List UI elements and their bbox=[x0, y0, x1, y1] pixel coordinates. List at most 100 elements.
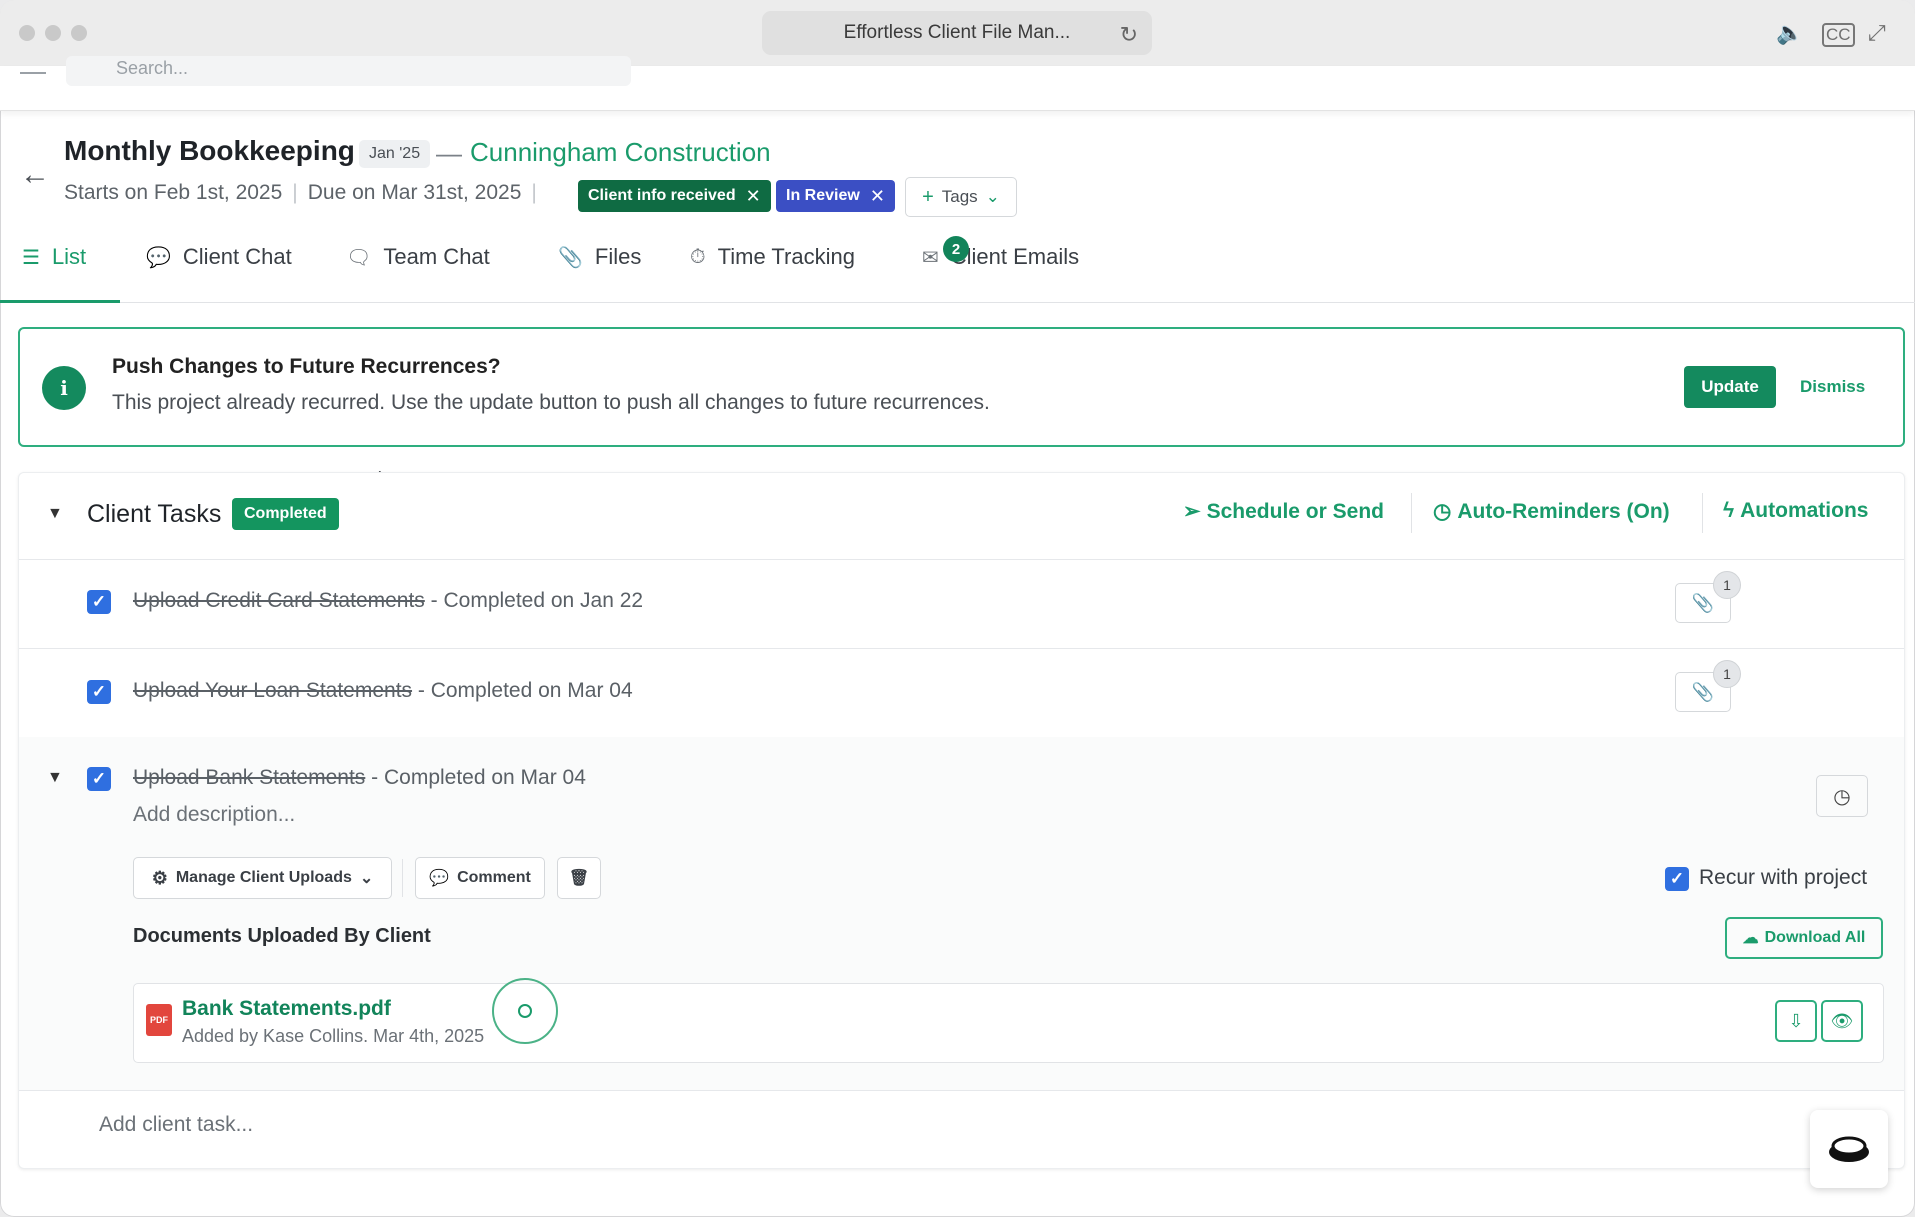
menu-icon[interactable] bbox=[20, 66, 46, 74]
download-all-button[interactable]: ☁ Download All bbox=[1725, 917, 1883, 959]
remove-tag-icon[interactable]: ✕ bbox=[870, 186, 885, 207]
tab-list[interactable]: ☰ List bbox=[22, 244, 86, 270]
zoom-window-button[interactable] bbox=[71, 25, 87, 41]
task-checkbox[interactable]: ✓ bbox=[87, 590, 111, 614]
task-row: ✓ Upload Your Loan Statements - Complete… bbox=[19, 648, 1904, 738]
tab-files[interactable]: 📎 Files bbox=[558, 244, 641, 270]
cloud-download-icon: ☁ bbox=[1742, 930, 1759, 947]
timer-icon: ⏱ bbox=[690, 245, 706, 268]
pdf-icon-label: PDF bbox=[150, 1015, 168, 1025]
active-tab-indicator bbox=[0, 300, 120, 303]
recurrence-banner: i Push Changes to Future Recurrences? Th… bbox=[18, 327, 1905, 447]
remove-tag-icon[interactable]: ✕ bbox=[746, 186, 761, 207]
paperclip-icon: 📎 bbox=[558, 246, 583, 269]
banner-text: This project already recurred. Use the u… bbox=[112, 391, 990, 414]
task-checkbox[interactable]: ✓ bbox=[87, 680, 111, 704]
file-name-link[interactable]: Bank Statements.pdf bbox=[182, 997, 391, 1021]
recur-label: Recur with project bbox=[1699, 866, 1868, 889]
client-tasks-header: ▼ Client Tasks Completed ➢ Schedule or Se… bbox=[19, 473, 1904, 560]
delete-button[interactable]: 🗑 bbox=[557, 857, 601, 899]
info-icon: i bbox=[42, 366, 86, 410]
divider bbox=[402, 859, 403, 897]
uploaded-file: PDF Bank Statements.pdf Added by Kase Co… bbox=[133, 983, 1884, 1063]
plus-icon: + bbox=[922, 185, 934, 208]
close-window-button[interactable] bbox=[19, 25, 35, 41]
pdf-file-icon: PDF bbox=[146, 1004, 172, 1036]
reload-icon[interactable]: ↻ bbox=[1120, 22, 1138, 48]
attachment-count: 1 bbox=[1713, 660, 1741, 688]
client-tasks-title: Client Tasks bbox=[87, 500, 222, 528]
attachment-count: 1 bbox=[1713, 571, 1741, 599]
task-checkbox[interactable]: ✓ bbox=[87, 767, 111, 791]
project-tabs: ☰List 💬Client Chat 🗨Team Chat 4 📎Files ⏱… bbox=[0, 232, 1915, 483]
divider bbox=[1702, 493, 1703, 533]
tab-label: Files bbox=[594, 244, 642, 269]
task-row: ✓ Upload Credit Card Statements - Comple… bbox=[19, 559, 1904, 649]
documents-title: Documents Uploaded By Client bbox=[133, 925, 431, 947]
team-chat-icon: 🗨 bbox=[346, 246, 372, 269]
comment-button[interactable]: 💬 Comment bbox=[415, 857, 545, 899]
due-time-button[interactable]: ◷ bbox=[1816, 775, 1868, 817]
task-name: Upload Bank Statements bbox=[133, 766, 366, 789]
update-button[interactable]: Update bbox=[1684, 366, 1776, 408]
task-text[interactable]: Upload Your Loan Statements - Completed … bbox=[133, 679, 633, 703]
file-meta: Added by Kase Collins. Mar 4th, 2025 bbox=[182, 1026, 485, 1046]
tag-client-info-received: Client info received ✕ bbox=[578, 180, 771, 212]
address-bar[interactable]: Effortless Client File Man... ↻ bbox=[762, 11, 1152, 55]
dismiss-button[interactable]: Dismiss bbox=[1800, 377, 1865, 397]
fullscreen-icon[interactable]: ⤢ bbox=[1868, 20, 1886, 46]
tab-time-tracking[interactable]: ⏱ Time Tracking bbox=[690, 244, 855, 270]
back-arrow-icon[interactable]: ← bbox=[20, 158, 50, 192]
description-input[interactable]: Add description... bbox=[133, 803, 295, 827]
task-text[interactable]: Upload Credit Card Statements - Complete… bbox=[133, 589, 643, 613]
speaker-icon[interactable]: 🔈 bbox=[1776, 20, 1803, 46]
preview-file-button[interactable]: 👁 bbox=[1821, 1000, 1863, 1042]
collapse-caret-icon[interactable]: ▼ bbox=[47, 769, 63, 787]
paperclip-icon: 📎 bbox=[1691, 592, 1715, 613]
window-title: Effortless Client File Man... bbox=[843, 22, 1071, 43]
minimize-window-button[interactable] bbox=[45, 25, 61, 41]
auto-reminders-link[interactable]: ◷ Auto-Reminders (On) bbox=[1433, 499, 1670, 524]
add-client-task-input[interactable]: Add client task... bbox=[99, 1113, 253, 1137]
period-chip: Jan '25 bbox=[359, 140, 431, 168]
tab-label: List bbox=[51, 244, 87, 269]
tab-label: Client Chat bbox=[182, 244, 292, 269]
cursor-dot bbox=[518, 1004, 532, 1018]
automations-link[interactable]: ϟ Automations bbox=[1723, 499, 1868, 523]
start-date: Starts on Feb 1st, 2025 bbox=[64, 181, 283, 204]
eye-icon: 👁 bbox=[1830, 1010, 1854, 1031]
send-icon: ➢ bbox=[1183, 500, 1201, 523]
manage-client-uploads-button[interactable]: ⚙ Manage Client Uploads ⌄ bbox=[133, 857, 392, 899]
top-search-strip: Search... bbox=[0, 56, 1915, 111]
task-completed-date: - Completed on Jan 22 bbox=[424, 589, 644, 612]
link-label: Automations bbox=[1740, 499, 1869, 522]
button-label: Comment bbox=[457, 869, 531, 886]
task-text[interactable]: Upload Bank Statements - Completed on Ma… bbox=[133, 766, 586, 790]
list-icon: ☰ bbox=[22, 246, 40, 269]
comment-icon: 💬 bbox=[429, 870, 450, 887]
link-label: Auto-Reminders (On) bbox=[1457, 499, 1670, 523]
project-dates: Starts on Feb 1st, 2025 | Due on Mar 31st,… bbox=[64, 181, 537, 204]
trash-icon: 🗑 bbox=[568, 870, 590, 887]
link-label: Schedule or Send bbox=[1206, 499, 1384, 523]
schedule-or-send-link[interactable]: ➢ Schedule or Send bbox=[1183, 499, 1384, 524]
due-date: Due on Mar 31st, 2025 bbox=[307, 181, 522, 204]
collapse-caret-icon[interactable]: ▼ bbox=[47, 505, 63, 523]
tag-label: Client info received bbox=[588, 187, 736, 204]
tab-team-chat[interactable]: 🗨 Team Chat bbox=[346, 244, 490, 270]
support-chat-button[interactable] bbox=[1810, 1110, 1888, 1188]
chat-widget-icon bbox=[1829, 1136, 1869, 1162]
add-tags-button[interactable]: + Tags ⌄ bbox=[905, 177, 1017, 217]
search-placeholder: Search... bbox=[116, 58, 189, 78]
tag-in-review: In Review ✕ bbox=[776, 180, 895, 212]
tab-client-chat[interactable]: 💬 Client Chat bbox=[146, 244, 292, 270]
paperclip-icon: 📎 bbox=[1691, 681, 1715, 702]
recur-checkbox[interactable]: ✓ bbox=[1665, 867, 1689, 891]
download-file-button[interactable]: ⇩ bbox=[1775, 1000, 1817, 1042]
captions-icon[interactable]: CC bbox=[1822, 23, 1855, 47]
mail-icon: ✉ bbox=[922, 246, 939, 269]
search-input[interactable]: Search... bbox=[66, 56, 631, 86]
title-dash: — bbox=[436, 138, 462, 168]
client-link[interactable]: Cunningham Construction bbox=[470, 137, 771, 168]
tags-button-label: Tags bbox=[941, 187, 978, 206]
